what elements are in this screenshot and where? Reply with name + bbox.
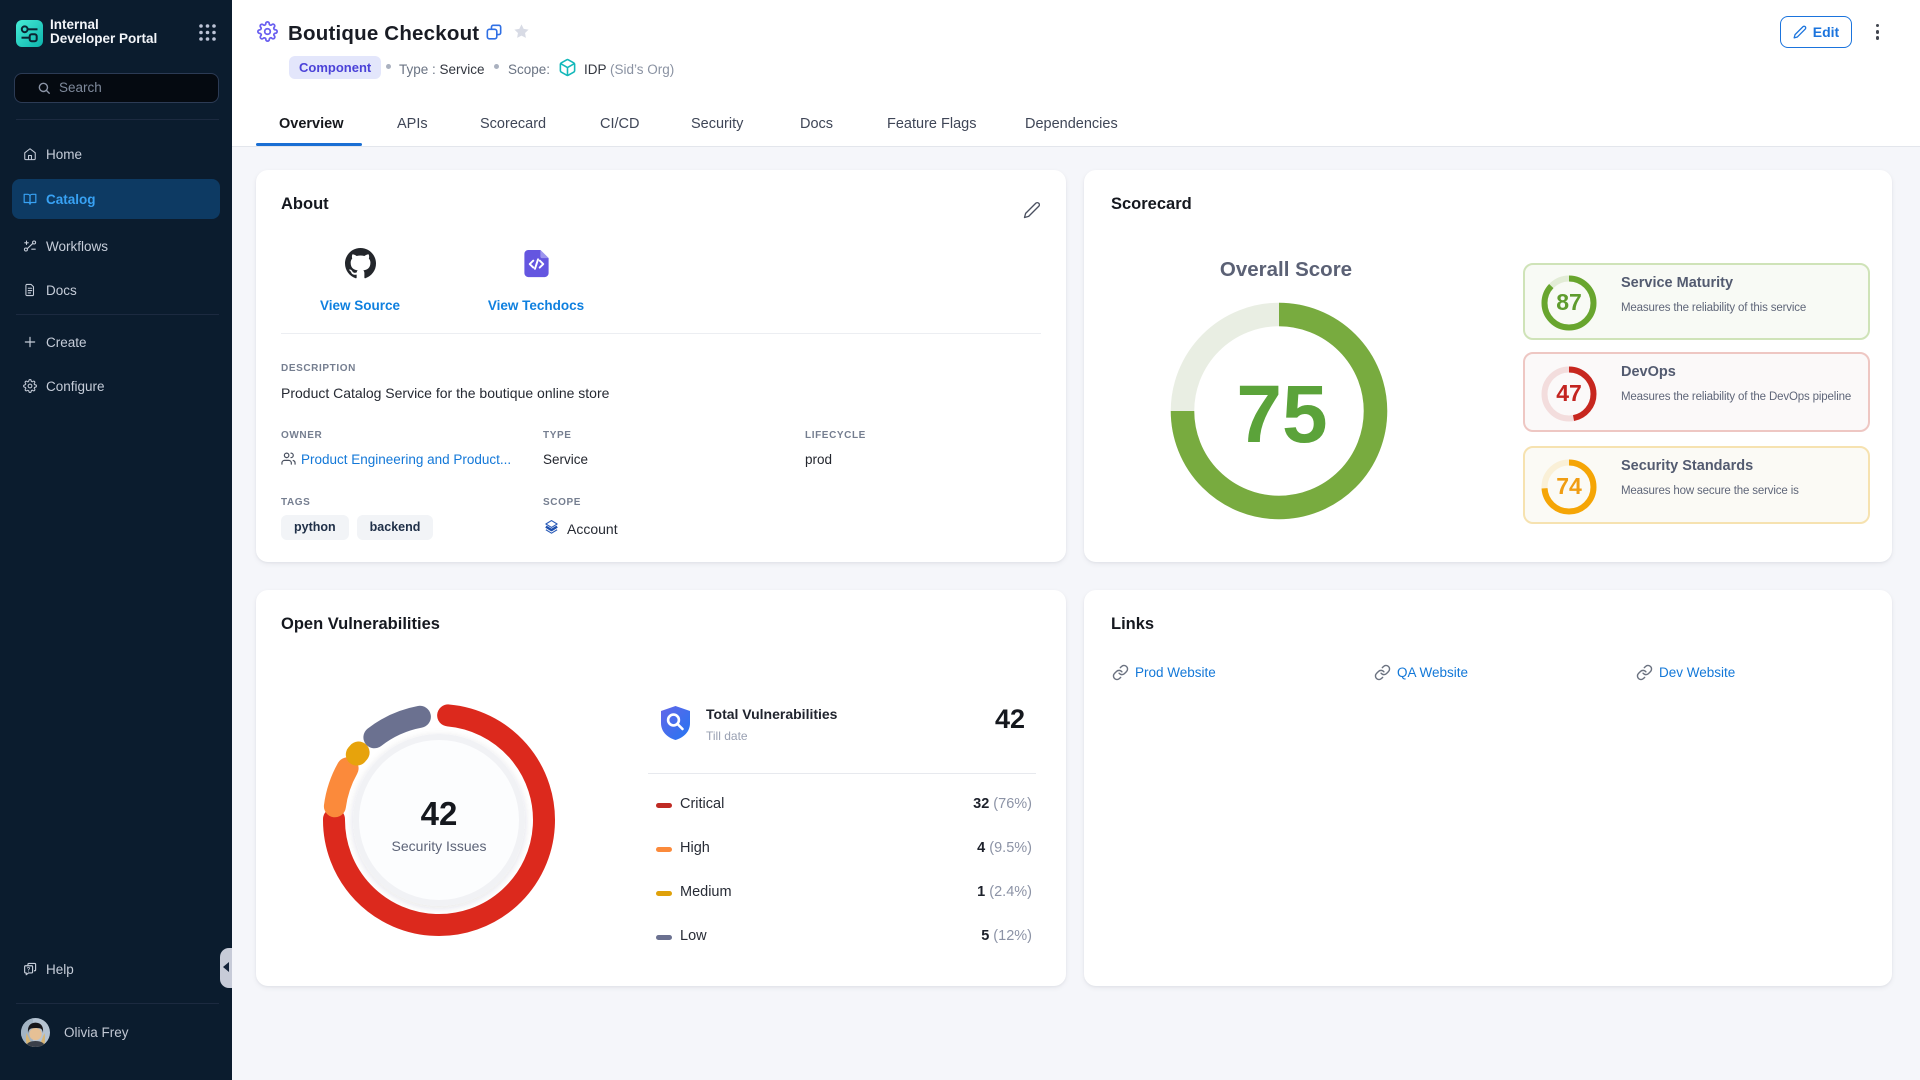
svg-text:75: 75 (1236, 369, 1327, 460)
svg-text:Security Issues: Security Issues (392, 838, 487, 854)
svg-text:42: 42 (421, 795, 458, 832)
svg-text:?: ? (27, 967, 31, 974)
